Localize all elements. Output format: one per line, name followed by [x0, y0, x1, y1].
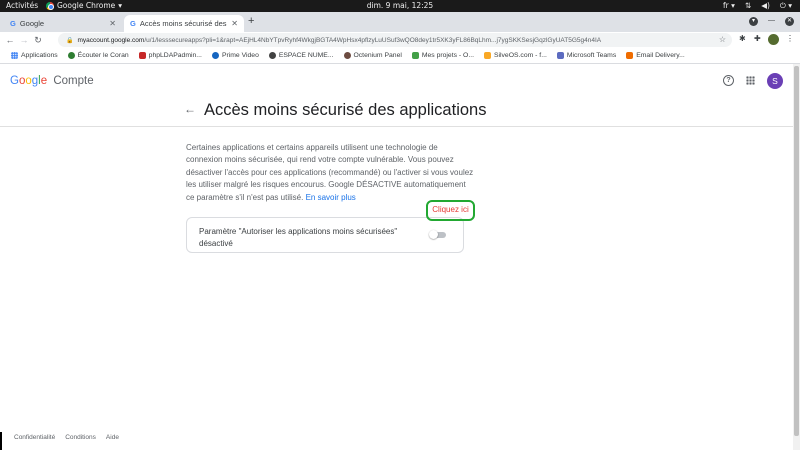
tab-search-icon[interactable]: ▾ [749, 17, 758, 26]
window-controls: ▾ — ✕ [749, 17, 794, 26]
footer-help-link[interactable]: Aide [106, 434, 119, 441]
header-divider [0, 126, 793, 127]
close-icon[interactable]: ✕ [109, 19, 116, 28]
bookmark-label: SilveOS.com - f... [493, 52, 547, 59]
tab-label: Accès moins sécurisé des [139, 19, 227, 28]
bookmark-mes-projets[interactable]: Mes projets - O... [407, 52, 479, 59]
site-favicon-icon [67, 52, 75, 59]
click-here-annotation: Cliquez ici [426, 200, 475, 221]
close-icon[interactable]: ✕ [231, 19, 238, 28]
toggle-knob [429, 230, 438, 239]
site-favicon-icon [138, 52, 146, 59]
url-path: /u/1/lesssecureapps?pli=1&rapt=AEjHL4NbY… [144, 36, 602, 44]
apps-grid-icon[interactable] [746, 76, 755, 85]
google-favicon-icon: G [10, 19, 16, 28]
page-title: Accès moins sécurisé des applications [204, 101, 487, 119]
bookmark-label: Applications [21, 52, 58, 59]
forward-arrow-icon[interactable]: → [17, 35, 31, 45]
system-top-bar: Activités Google Chrome ▾ dim. 9 mai, 12… [0, 0, 800, 12]
reload-icon[interactable]: ↻ [31, 35, 45, 46]
description: Certaines applications et certains appar… [186, 142, 476, 204]
system-tray[interactable]: fr ▾ ⇅ ◀) ⏻ ▾ [723, 1, 792, 11]
new-tab-plus-icon[interactable]: + [248, 15, 254, 27]
account-avatar[interactable]: S [767, 73, 783, 89]
page-content: Google Compte ? S ← Accès moins sécurisé… [0, 64, 793, 450]
less-secure-apps-toggle[interactable] [429, 230, 446, 239]
volume-icon: ◀) [761, 1, 770, 10]
bookmark-microsoft-teams[interactable]: Microsoft Teams [552, 52, 621, 59]
bookmark-label: Email Delivery... [636, 52, 685, 59]
back-arrow-icon[interactable]: ← [3, 35, 17, 45]
clock[interactable]: dim. 9 mai, 12:25 [0, 1, 800, 10]
google-favicon-icon: G [130, 19, 136, 28]
footer-privacy-link[interactable]: Confidentialité [14, 434, 55, 441]
browser-toolbar: ← → ↻ 🔒 myaccount.google.com/u/1/lesssec… [0, 32, 800, 48]
apps-grid-icon [11, 52, 18, 59]
menu-kebab-icon[interactable]: ⋮ [786, 34, 794, 43]
footer-terms-link[interactable]: Conditions [65, 434, 96, 441]
google-account-logo[interactable]: Google Compte [10, 75, 94, 87]
keyboard-layout-label: fr [723, 1, 729, 10]
bookmark-label: Écouter le Coran [77, 52, 129, 59]
help-icon[interactable]: ? [723, 75, 734, 86]
url-host: myaccount.google.com [77, 36, 145, 44]
bookmark-email-delivery[interactable]: Email Delivery... [621, 52, 690, 59]
tab-google[interactable]: G Google ✕ [4, 15, 122, 32]
bookmark-star-icon[interactable]: ☆ [719, 35, 726, 44]
logo-letter: G [10, 75, 19, 87]
extensions-puzzle-icon[interactable]: ✚ [754, 34, 761, 43]
site-favicon-icon [626, 52, 634, 59]
tab-label: Google [19, 19, 45, 28]
network-icon: ⇅ [744, 1, 752, 10]
bookmark-label: Prime Video [221, 52, 259, 59]
site-favicon-icon [343, 52, 351, 59]
profile-avatar[interactable] [768, 34, 779, 45]
extension-icon[interactable]: ✱ [739, 34, 746, 43]
lock-icon[interactable]: 🔒 [66, 37, 73, 44]
keyboard-layout[interactable]: fr ▾ [723, 1, 735, 11]
window-corner-edge [0, 432, 2, 450]
product-name: Compte [53, 75, 94, 87]
bookmark-applications[interactable]: Applications [6, 52, 63, 59]
scrollbar[interactable] [793, 64, 800, 450]
bookmark-octenium[interactable]: Octenium Panel [339, 52, 407, 59]
close-window-icon[interactable]: ✕ [785, 17, 794, 26]
site-favicon-icon [211, 52, 219, 59]
bookmark-label: Mes projets - O... [421, 52, 474, 59]
footer: Confidentialité Conditions Aide [14, 434, 119, 441]
scrollbar-thumb[interactable] [794, 66, 799, 436]
address-bar[interactable]: 🔒 myaccount.google.com/u/1/lesssecureapp… [58, 33, 732, 47]
bookmark-coran[interactable]: Écouter le Coran [63, 52, 134, 59]
bookmark-phpldapadmin[interactable]: phpLDAPadmin... [134, 52, 207, 59]
site-favicon-icon [268, 52, 276, 59]
tab-strip: G Google ✕ G Accès moins sécurisé des ✕ … [0, 12, 800, 32]
power-icon: ⏻ ▾ [779, 1, 792, 10]
site-favicon-icon [411, 52, 419, 59]
bookmark-label: Microsoft Teams [566, 52, 617, 59]
bookmark-label: Octenium Panel [353, 52, 402, 59]
bookmark-label: ESPACE NUME... [278, 52, 334, 59]
setting-card: Paramètre "Autoriser les applications mo… [186, 217, 464, 253]
tab-less-secure-apps[interactable]: G Accès moins sécurisé des ✕ [124, 15, 244, 32]
bookmarks-bar: Applications Écouter le Coran phpLDAPadm… [0, 48, 800, 64]
bookmark-label: phpLDAPadmin... [148, 52, 202, 59]
logo-letter: e [40, 75, 48, 87]
learn-more-link[interactable]: En savoir plus [306, 193, 356, 202]
setting-label: Paramètre "Autoriser les applications mo… [199, 227, 398, 248]
site-favicon-icon [556, 52, 564, 59]
bookmark-prime-video[interactable]: Prime Video [207, 52, 264, 59]
back-arrow-icon[interactable]: ← [184, 102, 196, 116]
bookmark-silveos[interactable]: SilveOS.com - f... [479, 52, 552, 59]
google-account-header: Google Compte ? S [0, 64, 793, 100]
site-favicon-icon [483, 52, 491, 59]
minimize-icon[interactable]: — [768, 17, 775, 26]
bookmark-espace-numerique[interactable]: ESPACE NUME... [264, 52, 339, 59]
